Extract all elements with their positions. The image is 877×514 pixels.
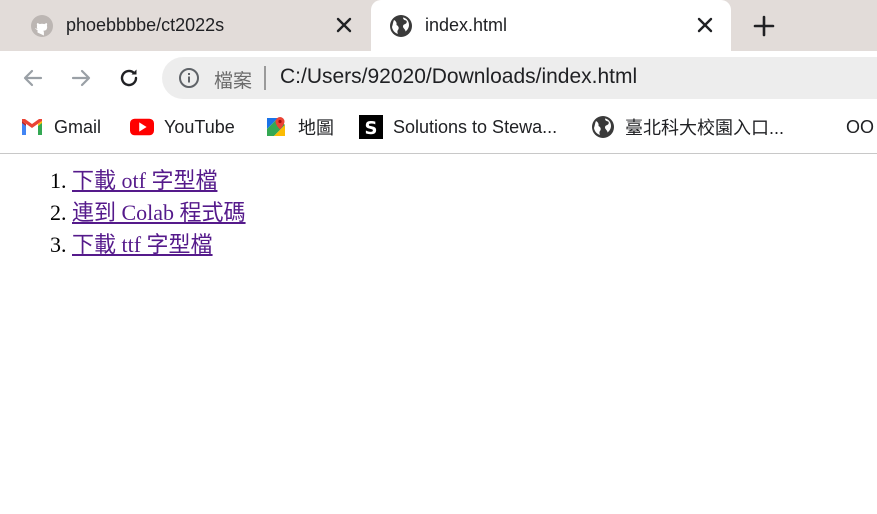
browser-toolbar: 檔案 C:/Users/92020/Downloads/index.html <box>0 51 877 104</box>
github-icon <box>30 14 54 38</box>
slader-icon: S <box>359 115 383 139</box>
download-otf-link[interactable]: 下載 otf 字型檔 <box>72 168 217 193</box>
close-tab-icon[interactable] <box>332 13 356 37</box>
tab-github[interactable]: phoebbbbe/ct2022s <box>0 0 370 51</box>
bookmark-label: OO <box>846 116 875 137</box>
reload-icon[interactable] <box>114 63 144 93</box>
bookmark-gmail[interactable]: Gmail <box>20 113 101 141</box>
new-tab-icon[interactable] <box>751 13 777 39</box>
bookmark-label: Gmail <box>54 116 102 137</box>
forward-icon[interactable] <box>66 63 96 93</box>
back-icon[interactable] <box>18 63 48 93</box>
colab-link[interactable]: 連到 Colab 程式碼 <box>72 200 246 225</box>
bookmark-ntut-portal[interactable]: 臺北科大校園入口... <box>591 113 784 141</box>
security-chip: 檔案 <box>214 70 253 92</box>
tab-strip: phoebbbbe/ct2022s index.html <box>0 0 877 51</box>
list-item: 下載 ttf 字型檔 <box>72 229 877 261</box>
gmail-icon <box>20 115 44 139</box>
tab-title: phoebbbbe/ct2022s <box>66 15 225 35</box>
bookmark-label: 臺北科大校園入口... <box>625 118 785 138</box>
bookmark-slader[interactable]: S Solutions to Stewa... <box>359 113 557 141</box>
bookmark-label: YouTube <box>164 116 235 137</box>
divider <box>264 66 266 90</box>
svg-text:S: S <box>365 118 378 139</box>
bookmark-label: 地圖 <box>298 118 334 138</box>
page-content: 下載 otf 字型檔 連到 Colab 程式碼 下載 ttf 字型檔 <box>0 165 877 261</box>
bookmark-maps[interactable]: 地圖 <box>264 113 334 141</box>
tab-title: index.html <box>425 15 508 35</box>
download-ttf-link[interactable]: 下載 ttf 字型檔 <box>72 232 213 257</box>
list-item: 下載 otf 字型檔 <box>72 165 877 197</box>
address-bar[interactable]: 檔案 C:/Users/92020/Downloads/index.html <box>162 57 877 99</box>
bookmark-label: Solutions to Stewa... <box>393 116 558 137</box>
close-tab-icon[interactable] <box>693 13 717 37</box>
globe-icon <box>389 14 413 38</box>
bookmark-truncated[interactable]: OO <box>836 113 874 141</box>
youtube-icon <box>130 115 154 139</box>
list-item: 連到 Colab 程式碼 <box>72 197 877 229</box>
info-icon[interactable] <box>178 67 200 89</box>
maps-icon <box>264 115 288 139</box>
tab-index-html[interactable]: index.html <box>371 0 731 51</box>
bookmarks-bar: Gmail YouTube 地圖 S Solutions to Stewa...… <box>0 104 877 154</box>
link-list: 下載 otf 字型檔 連到 Colab 程式碼 下載 ttf 字型檔 <box>0 165 877 261</box>
url-text[interactable]: C:/Users/92020/Downloads/index.html <box>280 65 637 89</box>
bookmark-youtube[interactable]: YouTube <box>130 113 235 141</box>
globe-icon <box>591 115 615 139</box>
